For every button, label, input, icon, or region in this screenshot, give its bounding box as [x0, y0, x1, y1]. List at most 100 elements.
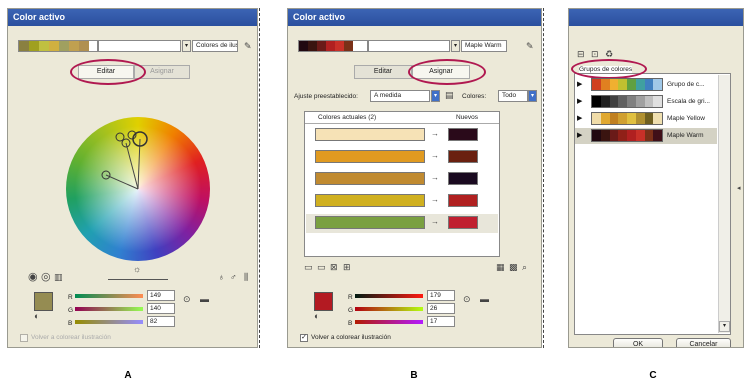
colors-select[interactable]: Todo: [498, 90, 528, 102]
randomize-saturation-icon[interactable]: ▩: [509, 262, 518, 272]
expand-triangle-icon[interactable]: ▶: [577, 131, 582, 141]
arrow-icon[interactable]: →: [431, 195, 439, 205]
new-folder-icon[interactable]: ⊟: [577, 49, 585, 59]
preset-select[interactable]: A medida: [370, 90, 430, 102]
panel-b-group-field[interactable]: [368, 40, 450, 52]
current-color-swatch[interactable]: [315, 172, 425, 185]
panel-menu-icon[interactable]: ▬: [480, 294, 489, 304]
cancel-button[interactable]: Cancelar: [676, 338, 731, 347]
current-color-swatch[interactable]: [315, 150, 425, 163]
group-swatch: [653, 79, 662, 90]
new-group-icon[interactable]: ✎: [526, 41, 534, 51]
arrow-icon[interactable]: →: [431, 217, 439, 227]
colors-label: Colores:: [462, 93, 487, 100]
b-slider[interactable]: [355, 320, 423, 324]
r-value[interactable]: 179: [427, 290, 455, 301]
panel-a-group-dropdown[interactable]: ▾: [182, 40, 191, 52]
r-slider[interactable]: [355, 294, 423, 298]
separate-colors-icon[interactable]: ▭: [317, 262, 326, 272]
arrow-icon[interactable]: →: [431, 173, 439, 183]
panel-b-group-dropdown[interactable]: ▾: [451, 40, 460, 52]
color-model-icon[interactable]: ⊙: [183, 294, 191, 304]
color-model-icon[interactable]: ⊙: [463, 294, 471, 304]
new-color-swatch[interactable]: [448, 150, 478, 163]
panel-a-group-name[interactable]: Colores de ilustra: [192, 40, 238, 52]
b-label: B: [68, 320, 73, 327]
base-color-swatch[interactable]: [34, 292, 53, 311]
panel-a-group-field[interactable]: [98, 40, 181, 52]
expand-triangle-icon[interactable]: ▶: [577, 80, 582, 90]
recolor-checkbox[interactable]: ✓: [300, 334, 308, 342]
delete-icon[interactable]: ♻: [605, 49, 613, 59]
find-color-icon[interactable]: ⌕: [522, 262, 527, 272]
group-name: Maple Yellow: [667, 115, 705, 122]
group-swatch: [618, 113, 627, 124]
panel-b: Color activo ▾ Maple Warm ✎ Editar Asign…: [287, 8, 542, 348]
preset-settings-icon[interactable]: ▤: [445, 90, 454, 100]
arrow-icon[interactable]: →: [431, 151, 439, 161]
harmony-markers[interactable]: [66, 117, 210, 261]
remove-color-icon[interactable]: ♂: [230, 272, 237, 282]
save-group-icon[interactable]: ⊡: [591, 49, 599, 59]
tab-asignar[interactable]: Asignar: [134, 65, 190, 79]
tab-editar[interactable]: Editar: [354, 65, 412, 79]
caption-c: C: [649, 370, 657, 381]
segmented-wheel-icon[interactable]: ◎: [41, 272, 51, 283]
new-color-swatch[interactable]: [448, 172, 478, 185]
group-swatch: [609, 130, 619, 141]
panel-menu-icon[interactable]: ▬: [200, 294, 209, 304]
panel-c: ⊟ ⊡ ♻ Grupos de colores ▾ OK Cancelar ◂ …: [568, 8, 744, 348]
r-slider[interactable]: [75, 294, 143, 298]
ok-button[interactable]: OK: [613, 338, 663, 347]
collapse-arrow-icon[interactable]: ◂: [737, 184, 741, 194]
color-mode-icon[interactable]: ◐: [34, 311, 39, 321]
group-swatch: [644, 79, 654, 90]
base-color-swatch[interactable]: [314, 292, 333, 311]
expand-triangle-icon[interactable]: ▶: [577, 114, 582, 124]
g-value[interactable]: 26: [427, 303, 455, 314]
new-row-icon[interactable]: ⊞: [343, 262, 351, 272]
g-slider[interactable]: [355, 307, 423, 311]
g-value[interactable]: 140: [147, 303, 175, 314]
new-color-swatch[interactable]: [448, 216, 478, 229]
b-slider[interactable]: [75, 320, 143, 324]
color-bars-icon[interactable]: ▥: [54, 272, 63, 282]
group-swatch: [618, 79, 627, 90]
groups-list-scroll-arrow[interactable]: ▾: [719, 321, 730, 332]
brightness-slider[interactable]: [108, 279, 168, 280]
smooth-wheel-icon[interactable]: ◉: [28, 272, 38, 283]
merge-colors-icon[interactable]: ▭: [304, 262, 313, 272]
link-harmony-icon[interactable]: ⫼: [244, 272, 248, 282]
new-group-icon[interactable]: ✎: [244, 41, 252, 51]
g-slider[interactable]: [75, 307, 143, 311]
new-color-swatch[interactable]: [448, 194, 478, 207]
expand-triangle-icon[interactable]: ▶: [577, 97, 582, 107]
tab-editar[interactable]: Editar: [78, 65, 134, 79]
exclude-colors-icon[interactable]: ⊠: [330, 262, 338, 272]
current-color-swatch[interactable]: [315, 194, 425, 207]
r-value[interactable]: 149: [147, 290, 175, 301]
b-value[interactable]: 17: [427, 316, 455, 327]
group-swatch: [627, 113, 636, 124]
group-swatch: [618, 130, 627, 141]
new-color-swatch[interactable]: [448, 128, 478, 141]
groups-list-scrollbar[interactable]: [718, 75, 730, 333]
group-swatch-strip: [591, 112, 663, 125]
current-color-swatch[interactable]: [315, 128, 425, 141]
randomize-order-icon[interactable]: ▦: [496, 262, 505, 272]
panel-b-group-name[interactable]: Maple Warm: [461, 40, 507, 52]
recolor-checkbox[interactable]: [20, 334, 28, 342]
current-color-swatch[interactable]: [315, 216, 425, 229]
tab-asignar[interactable]: Asignar: [412, 65, 470, 79]
group-name: Escala de gri...: [667, 98, 710, 105]
group-swatch: [635, 96, 645, 107]
group-swatch: [644, 130, 654, 141]
color-mode-icon[interactable]: ◐: [314, 311, 319, 321]
brightness-icon: ☼: [133, 264, 142, 274]
preset-dropdown[interactable]: ▾: [431, 90, 440, 102]
arrow-icon[interactable]: →: [431, 129, 439, 139]
group-swatch: [609, 113, 619, 124]
add-color-icon[interactable]: ♁: [218, 272, 225, 282]
b-value[interactable]: 82: [147, 316, 175, 327]
colors-dropdown[interactable]: ▾: [528, 90, 537, 102]
